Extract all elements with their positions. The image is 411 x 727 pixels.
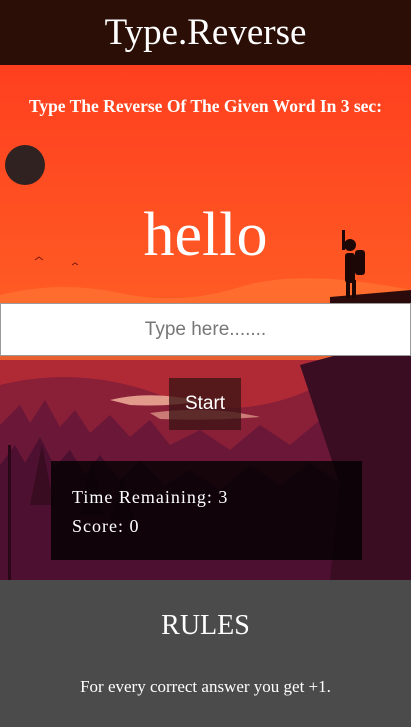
score-value: 0 — [129, 516, 140, 536]
start-button[interactable]: Start — [169, 378, 241, 430]
timer-indicator-dot — [5, 145, 45, 185]
time-remaining-value: 3 — [218, 487, 229, 507]
app-title: Type.Reverse — [0, 0, 411, 65]
answer-input[interactable] — [0, 303, 411, 356]
stats-panel: Time Remaining: 3 Score: 0 — [51, 461, 362, 560]
rules-title: RULES — [161, 610, 250, 641]
time-remaining-row: Time Remaining: 3 — [72, 483, 362, 512]
rules-text: For every correct answer you get +1. — [80, 677, 331, 696]
rules-section: RULES For every correct answer you get +… — [0, 580, 411, 727]
time-remaining-label: Time Remaining: — [72, 487, 213, 507]
instruction-text: Type The Reverse Of The Given Word In 3 … — [28, 96, 383, 116]
score-label: Score: — [72, 516, 124, 536]
score-row: Score: 0 — [72, 512, 362, 541]
target-word: hello — [143, 201, 268, 269]
